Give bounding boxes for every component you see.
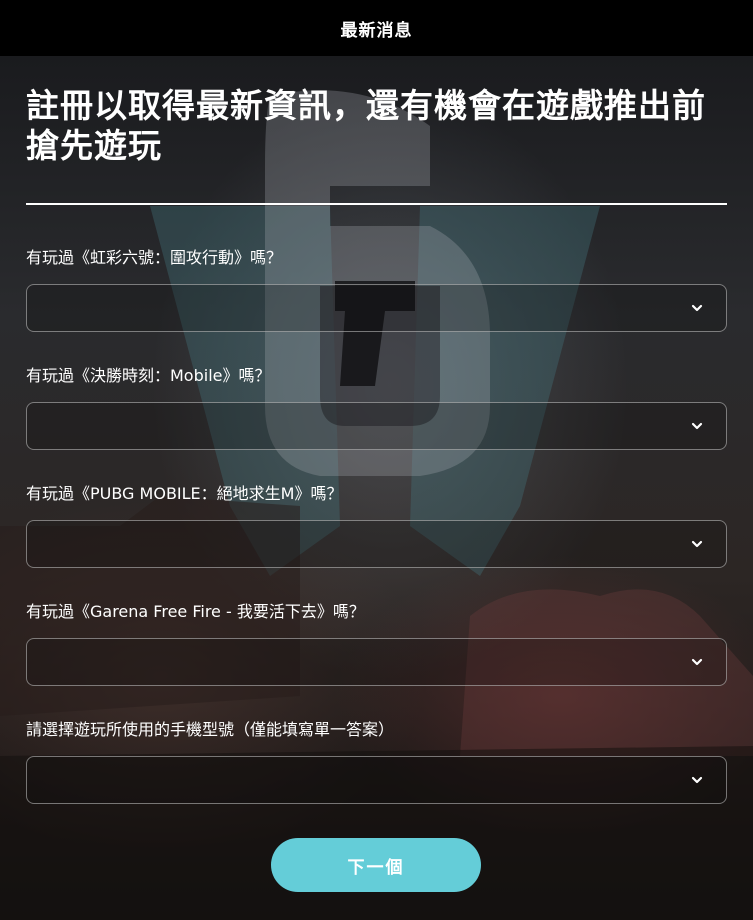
question-label: 請選擇遊玩所使用的手機型號（僅能填寫單一答案）	[26, 720, 395, 739]
chevron-down-icon	[691, 304, 703, 312]
question-select-rainbow-six[interactable]	[26, 284, 727, 332]
question-select-free-fire[interactable]	[26, 638, 727, 686]
chevron-down-icon	[691, 422, 703, 430]
chevron-down-icon	[691, 658, 703, 666]
chevron-down-icon	[691, 776, 703, 784]
headline-divider	[26, 203, 727, 205]
question-rainbow-six: 有玩過《虹彩六號：圍攻行動》嗎？	[26, 248, 727, 332]
question-free-fire: 有玩過《Garena Free Fire - 我要活下去》嗎？	[26, 602, 727, 686]
question-label: 有玩過《PUBG MOBILE：絕地求生M》嗎？	[26, 484, 343, 503]
chevron-down-icon	[691, 540, 703, 548]
question-select-phone-model[interactable]	[26, 756, 727, 804]
header-bar: 最新消息	[0, 0, 753, 56]
header-title: 最新消息	[340, 20, 413, 41]
question-pubg: 有玩過《PUBG MOBILE：絕地求生M》嗎？	[26, 484, 727, 568]
question-label: 有玩過《Garena Free Fire - 我要活下去》嗎？	[26, 602, 365, 621]
question-select-pubg[interactable]	[26, 520, 727, 568]
question-select-call-of-duty[interactable]	[26, 402, 727, 450]
question-call-of-duty: 有玩過《決勝時刻：Mobile》嗎？	[26, 366, 727, 450]
page: 最新消息 註冊以取得最新資訊，還有機會在遊戲推出前搶先遊玩 有玩過《虹彩六號：圍…	[0, 0, 753, 920]
question-phone-model: 請選擇遊玩所使用的手機型號（僅能填寫單一答案）	[26, 720, 727, 804]
page-headline: 註冊以取得最新資訊，還有機會在遊戲推出前搶先遊玩	[26, 86, 706, 165]
next-button[interactable]: 下一個	[271, 838, 481, 892]
question-label: 有玩過《虹彩六號：圍攻行動》嗎？	[26, 248, 283, 267]
question-label: 有玩過《決勝時刻：Mobile》嗎？	[26, 366, 271, 385]
